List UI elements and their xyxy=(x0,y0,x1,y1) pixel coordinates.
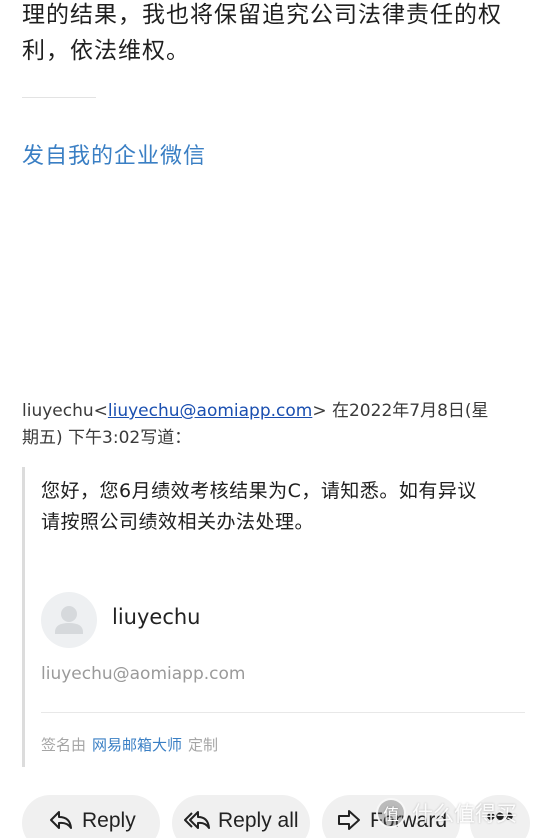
signature-name: liuyechu xyxy=(112,605,201,629)
watermark-text: 什么值得买 xyxy=(412,802,517,826)
quote-sender-email-link[interactable]: liuyechu@aomiapp.com xyxy=(108,401,312,421)
quote-date-text: > 在2022年7月8日(星 xyxy=(312,401,489,421)
reply-all-icon xyxy=(184,809,210,831)
quote-header-line: 期五) 下午3:02写道： xyxy=(22,428,192,448)
reply-label: Reply xyxy=(82,809,136,832)
person-icon xyxy=(55,606,83,634)
avatar xyxy=(41,592,97,648)
watermark-badge: 值 xyxy=(376,798,406,828)
quote-sender-name: liuyechu xyxy=(22,401,94,421)
signature-footer: 签名由 网易邮箱大师 定制 xyxy=(41,734,218,755)
message-line: 利，依法维权。 xyxy=(22,38,190,64)
signature-footer-prefix: 签名由 xyxy=(41,736,87,754)
reply-all-label: Reply all xyxy=(218,809,299,832)
watermark: 值 什么值得买 xyxy=(376,793,517,833)
signature-divider xyxy=(22,97,96,98)
quote-header-line: liuyechu<liuyechu@aomiapp.com> 在2022年7月8… xyxy=(22,398,489,425)
message-line: 理的结果，我也将保留追究公司法律责任的权 xyxy=(22,2,502,28)
reply-icon xyxy=(48,809,74,831)
quoted-line: 请按照公司绩效相关办法处理。 xyxy=(41,511,315,533)
email-page: 理的结果，我也将保留追究公司法律责任的权 利，依法维权。 发自我的企业微信 li… xyxy=(0,0,545,838)
signature-footer-divider xyxy=(41,712,525,713)
signature-email: liuyechu@aomiapp.com xyxy=(41,664,246,684)
reply-button[interactable]: Reply xyxy=(22,795,160,838)
mail-master-link[interactable]: 网易邮箱大师 xyxy=(92,736,182,754)
forward-icon xyxy=(336,809,362,831)
quoted-line: 您好，您6月绩效考核结果为C，请知悉。如有异议 xyxy=(41,480,477,502)
quote-bar xyxy=(22,467,25,767)
sent-from-wecom-link[interactable]: 发自我的企业微信 xyxy=(22,138,206,170)
quote-angle-open: < xyxy=(93,401,108,421)
signature-footer-suffix: 定制 xyxy=(188,736,219,754)
reply-all-button[interactable]: Reply all xyxy=(172,795,310,838)
